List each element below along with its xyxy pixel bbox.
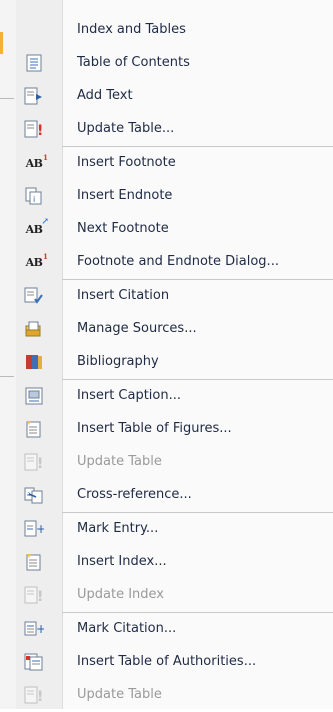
menu-item-label: Manage Sources... [77,321,197,336]
menu-item-label: Add Text [77,88,133,103]
ribbon-accent [0,32,3,54]
insert-index-icon [24,552,44,572]
menu-item-label: Bibliography [77,354,159,369]
menu-item-add-text[interactable]: Add Text [16,79,333,113]
next-footnote-icon: AB ↗ [25,216,49,236]
gutter-divider [0,98,14,99]
manage-sources-icon [24,319,44,339]
mark-entry-icon: + [24,519,44,539]
menu-item-label: Insert Endnote [77,188,173,203]
update-table-icon: ! [24,685,44,705]
menu-item-label: Insert Citation [77,288,170,303]
menu-item-bibliography[interactable]: Bibliography [16,345,333,379]
menu-item-update-index[interactable]: ! Update Index [16,578,333,612]
menu-item-insert-caption[interactable]: Insert Caption... [16,379,333,413]
mark-citation-icon: + [24,619,44,639]
window-left-edge [0,0,16,709]
svg-text:a: a [27,491,31,498]
insert-citation-icon [24,286,44,306]
menu-item-cross-reference[interactable]: a Cross-reference... [16,478,333,512]
menu-item-label: Insert Footnote [77,155,176,170]
svg-text:+: + [36,522,44,536]
menu-item-insert-table-of-figures[interactable]: Insert Table of Figures... [16,412,333,446]
svg-text:!: ! [37,689,43,704]
menu-item-mark-entry[interactable]: + Mark Entry... [16,512,333,546]
insert-endnote-icon: i [24,186,44,206]
menu-item-label: Update Table [77,454,162,469]
table-of-contents-icon [24,53,44,73]
svg-text:+: + [36,622,44,636]
menu-item-label: Mark Citation... [77,621,177,636]
menu-item-label: Insert Caption... [77,388,182,403]
svg-text:i: i [33,195,35,204]
menu-item-index-and-tables[interactable]: Index and Tables [16,13,333,47]
menu-item-label: Update Index [77,587,165,602]
svg-text:!: ! [37,589,43,604]
menu-item-update-table-figures[interactable]: ! Update Table [16,445,333,479]
menu-item-insert-endnote[interactable]: i Insert Endnote [16,179,333,213]
menu-item-manage-sources[interactable]: Manage Sources... [16,312,333,346]
insert-footnote-icon: AB 1 [25,152,48,170]
svg-text:!: ! [37,456,43,471]
add-text-icon [24,86,44,106]
menu-item-label: Cross-reference... [77,487,192,502]
menu-item-label: Mark Entry... [77,521,159,536]
cross-reference-icon: a [24,485,44,505]
references-menu: Index and Tables Table of Contents Add T… [16,0,333,709]
menu-item-update-table-toc[interactable]: ! Update Table... [16,112,333,146]
svg-text:!: ! [37,123,43,138]
menu-item-update-table-authorities[interactable]: ! Update Table [16,678,333,712]
menu-item-label: Footnote and Endnote Dialog... [77,254,279,269]
table-of-figures-icon [24,419,44,439]
bibliography-icon [24,352,44,372]
menu-item-insert-table-of-authorities[interactable]: Insert Table of Authorities... [16,645,333,679]
menu-item-insert-footnote[interactable]: AB 1 Insert Footnote [16,146,333,180]
update-table-icon: ! [24,119,44,139]
insert-caption-icon [24,386,44,406]
menu-item-mark-citation[interactable]: + Mark Citation... [16,612,333,646]
menu-item-label: Insert Index... [77,554,167,569]
menu-item-label: Next Footnote [77,221,169,236]
menu-item-label: Insert Table of Figures... [77,421,232,436]
menu-item-label: Table of Contents [77,55,190,70]
menu-item-table-of-contents[interactable]: Table of Contents [16,46,333,80]
menu-item-insert-citation[interactable]: Insert Citation [16,279,333,313]
table-of-authorities-icon [24,652,44,672]
footnote-dialog-icon: AB 1 [25,251,48,269]
menu-item-label: Update Table [77,687,162,702]
menu-item-next-footnote[interactable]: AB ↗ Next Footnote [16,212,333,246]
gutter-divider [0,376,14,377]
menu-item-footnote-endnote-dialog[interactable]: AB 1 Footnote and Endnote Dialog... [16,245,333,279]
update-index-icon: ! [24,585,44,605]
menu-item-insert-index[interactable]: Insert Index... [16,545,333,579]
menu-item-label: Index and Tables [77,22,186,37]
menu-item-label: Insert Table of Authorities... [77,654,257,669]
update-table-icon: ! [24,452,44,472]
menu-item-label: Update Table... [77,121,175,136]
